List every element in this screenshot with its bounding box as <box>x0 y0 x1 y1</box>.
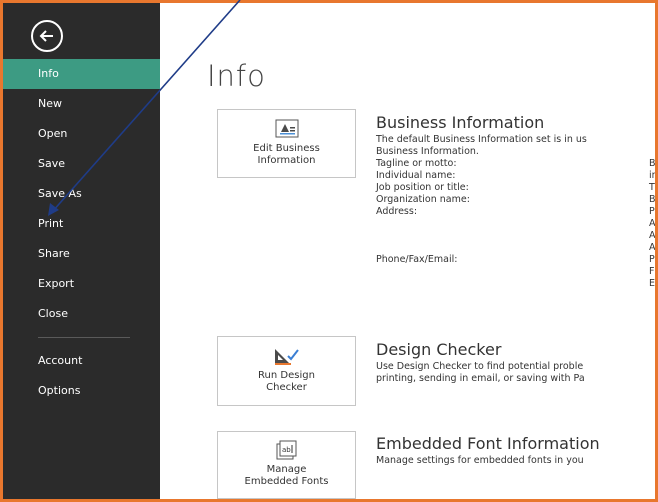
field-label: Individual name: <box>376 170 456 181</box>
field-label: Organization name: <box>376 194 470 205</box>
business-info-desc-2: Business Information. <box>376 146 479 157</box>
backstage-nav: Info New Open Save Save As Print Share E… <box>3 59 160 406</box>
manage-embedded-fonts-button[interactable]: ab Manage Embedded Fonts <box>217 431 356 499</box>
field-value: in <box>649 170 655 181</box>
back-arrow-icon <box>39 30 53 42</box>
nav-item-options[interactable]: Options <box>3 376 160 406</box>
nav-divider <box>38 337 130 338</box>
embedded-fonts-heading: Embedded Font Information <box>376 434 600 453</box>
nav-item-share[interactable]: Share <box>3 239 160 269</box>
window-frame: Info New Open Save Save As Print Share E… <box>0 0 658 502</box>
run-design-label-2: Checker <box>266 382 307 393</box>
design-checker-desc-2: printing, sending in email, or saving wi… <box>376 373 585 384</box>
design-checker-section: Design Checker Use Design Checker to fin… <box>376 340 585 385</box>
field-value: P <box>649 206 655 217</box>
nav-item-info[interactable]: Info <box>3 59 160 89</box>
field-label: Job position or title: <box>376 182 469 193</box>
field-value: A <box>649 242 655 253</box>
manage-fonts-label-1: Manage <box>266 464 307 475</box>
page-title: Info <box>207 59 266 93</box>
nav-item-save[interactable]: Save <box>3 149 160 179</box>
field-label: Address: <box>376 206 418 217</box>
design-checker-icon <box>274 349 299 365</box>
business-info-heading: Business Information <box>376 113 545 132</box>
info-panel: Info Edit Business Information Business … <box>160 3 655 499</box>
design-checker-heading: Design Checker <box>376 340 502 359</box>
business-info-section: Business Information The default Busines… <box>376 113 587 158</box>
embedded-fonts-icon: ab <box>276 440 296 460</box>
nav-item-print[interactable]: Print <box>3 209 160 239</box>
svg-text:ab: ab <box>282 446 291 454</box>
business-info-icon <box>275 119 298 138</box>
field-value: F <box>649 266 655 277</box>
embedded-fonts-desc-1: Manage settings for embedded fonts in yo… <box>376 455 584 466</box>
field-value: P <box>649 254 655 265</box>
back-button[interactable] <box>31 20 63 52</box>
edit-business-label-1: Edit Business <box>253 143 320 154</box>
edit-business-info-button[interactable]: Edit Business Information <box>217 109 356 178</box>
field-label: Phone/Fax/Email: <box>376 254 458 265</box>
nav-item-export[interactable]: Export <box>3 269 160 299</box>
field-value: B <box>649 194 655 205</box>
nav-item-open[interactable]: Open <box>3 119 160 149</box>
nav-item-close[interactable]: Close <box>3 299 160 329</box>
nav-item-account[interactable]: Account <box>3 346 160 376</box>
field-label: Tagline or motto: <box>376 158 457 169</box>
nav-item-save-as[interactable]: Save As <box>3 179 160 209</box>
business-info-desc-1: The default Business Information set is … <box>376 134 587 145</box>
field-value: E <box>649 278 655 289</box>
design-checker-desc-1: Use Design Checker to find potential pro… <box>376 361 584 372</box>
field-value: A <box>649 218 655 229</box>
edit-business-label-2: Information <box>257 155 316 166</box>
field-value: B <box>649 158 655 169</box>
embedded-fonts-section: Embedded Font Information Manage setting… <box>376 434 600 467</box>
manage-fonts-label-2: Embedded Fonts <box>244 476 329 487</box>
nav-item-new[interactable]: New <box>3 89 160 119</box>
run-design-checker-button[interactable]: Run Design Checker <box>217 336 356 406</box>
field-value: Ti <box>649 182 655 193</box>
field-value: A <box>649 230 655 241</box>
run-design-label-1: Run Design <box>258 370 315 381</box>
backstage-sidebar: Info New Open Save Save As Print Share E… <box>3 3 160 499</box>
